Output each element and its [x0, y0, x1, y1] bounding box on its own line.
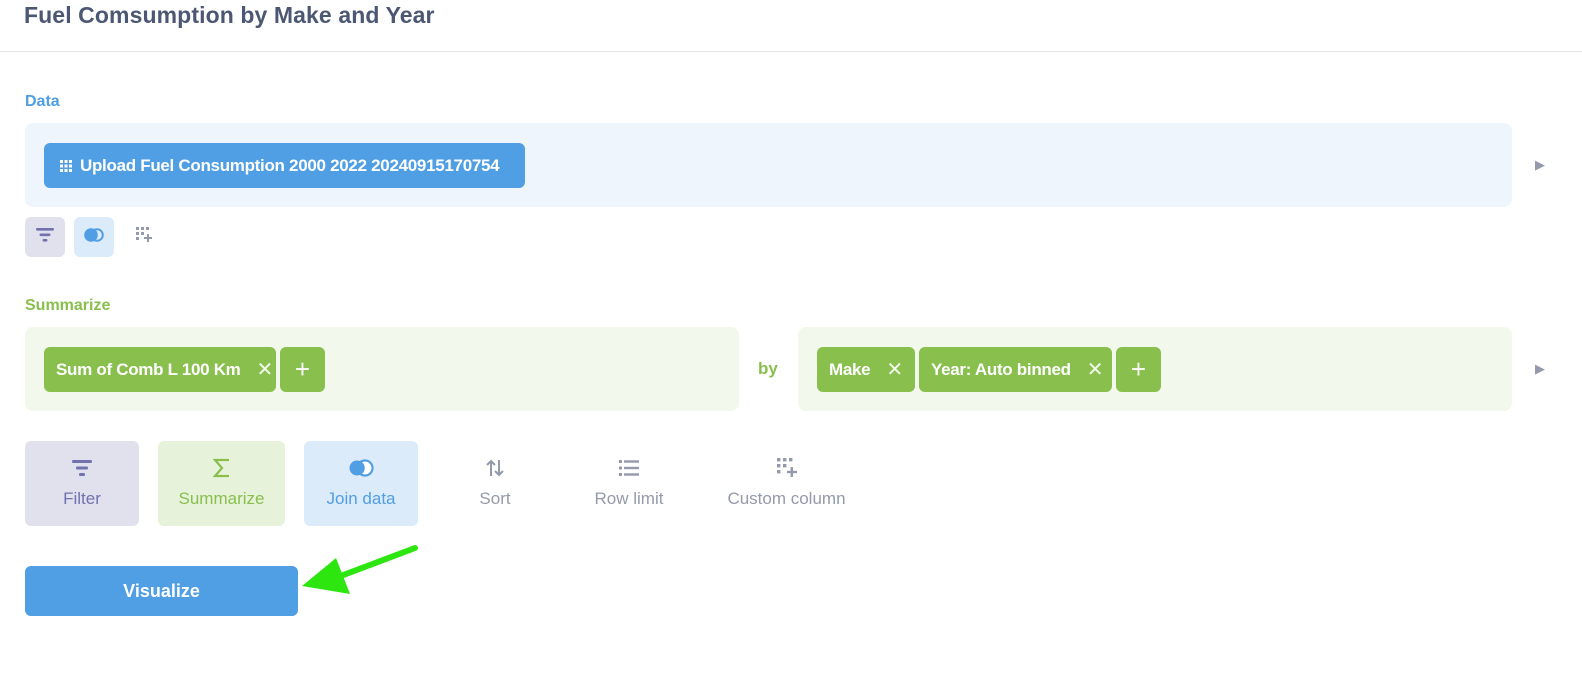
custom-column-action-label: Custom column	[727, 489, 846, 508]
add-metric-button[interactable]: +	[280, 347, 325, 392]
row-limit-action-label: Row limit	[594, 489, 664, 508]
close-icon[interactable]: ✕	[886, 357, 903, 382]
visualize-button[interactable]: Visualize	[25, 566, 298, 616]
by-label: by	[758, 359, 778, 378]
mini-join-button[interactable]	[74, 217, 114, 257]
breakouts-panel: Make ✕ Year: Auto binned ✕ +	[798, 327, 1512, 411]
table-pill[interactable]: Upload Fuel Consumption 2000 2022 202409…	[44, 143, 525, 188]
join-icon	[84, 227, 104, 247]
page-header: Fuel Comsumption by Make and Year	[0, 0, 1582, 52]
table-name: Upload Fuel Consumption 2000 2022 202409…	[80, 155, 500, 175]
custom-column-icon	[776, 457, 797, 479]
row-limit-action-button[interactable]: Row limit	[580, 441, 678, 526]
filter-icon	[72, 457, 92, 479]
mini-custom-column-button[interactable]	[124, 217, 164, 257]
join-action-label: Join data	[326, 489, 396, 508]
custom-column-icon	[136, 226, 152, 248]
page-title: Fuel Comsumption by Make and Year	[24, 2, 435, 28]
sigma-icon	[212, 457, 231, 479]
summarize-action-label: Summarize	[178, 489, 265, 508]
breakout-pill[interactable]: Make ✕	[817, 347, 915, 392]
summarize-section-label: Summarize	[25, 297, 111, 314]
join-action-button[interactable]: Join data	[304, 441, 418, 526]
grid-icon	[60, 159, 72, 172]
summarize-action-button[interactable]: Summarize	[158, 441, 285, 526]
close-icon[interactable]: ✕	[257, 357, 274, 382]
summarize-step-expand-icon[interactable]: ▶	[1535, 361, 1545, 377]
sort-icon	[485, 457, 505, 479]
data-step-expand-icon[interactable]: ▶	[1535, 157, 1545, 173]
close-icon[interactable]: ✕	[1087, 357, 1104, 382]
metric-pill[interactable]: Sum of Comb L 100 Km ✕	[44, 347, 276, 392]
filter-action-label: Filter	[63, 489, 101, 508]
filter-action-button[interactable]: Filter	[25, 441, 139, 526]
metrics-panel: Sum of Comb L 100 Km ✕ +	[25, 327, 739, 411]
custom-column-action-button[interactable]: Custom column	[718, 441, 855, 526]
mini-filter-button[interactable]	[25, 217, 65, 257]
breakout-pill[interactable]: Year: Auto binned ✕	[919, 347, 1112, 392]
plus-icon: +	[294, 354, 311, 384]
data-section-label: Data	[25, 93, 60, 110]
add-breakout-button[interactable]: +	[1116, 347, 1161, 392]
sort-action-button[interactable]: Sort	[455, 441, 535, 526]
breakout-label: Make	[829, 359, 871, 379]
breakout-label: Year: Auto binned	[931, 359, 1071, 379]
data-step-panel: Upload Fuel Consumption 2000 2022 202409…	[25, 123, 1512, 207]
sort-action-label: Sort	[479, 489, 511, 508]
plus-icon: +	[1130, 354, 1147, 384]
join-icon	[348, 457, 374, 479]
metric-label: Sum of Comb L 100 Km	[56, 359, 241, 379]
list-icon	[619, 457, 639, 479]
annotation-arrow-icon	[300, 540, 420, 605]
filter-icon	[36, 227, 54, 247]
